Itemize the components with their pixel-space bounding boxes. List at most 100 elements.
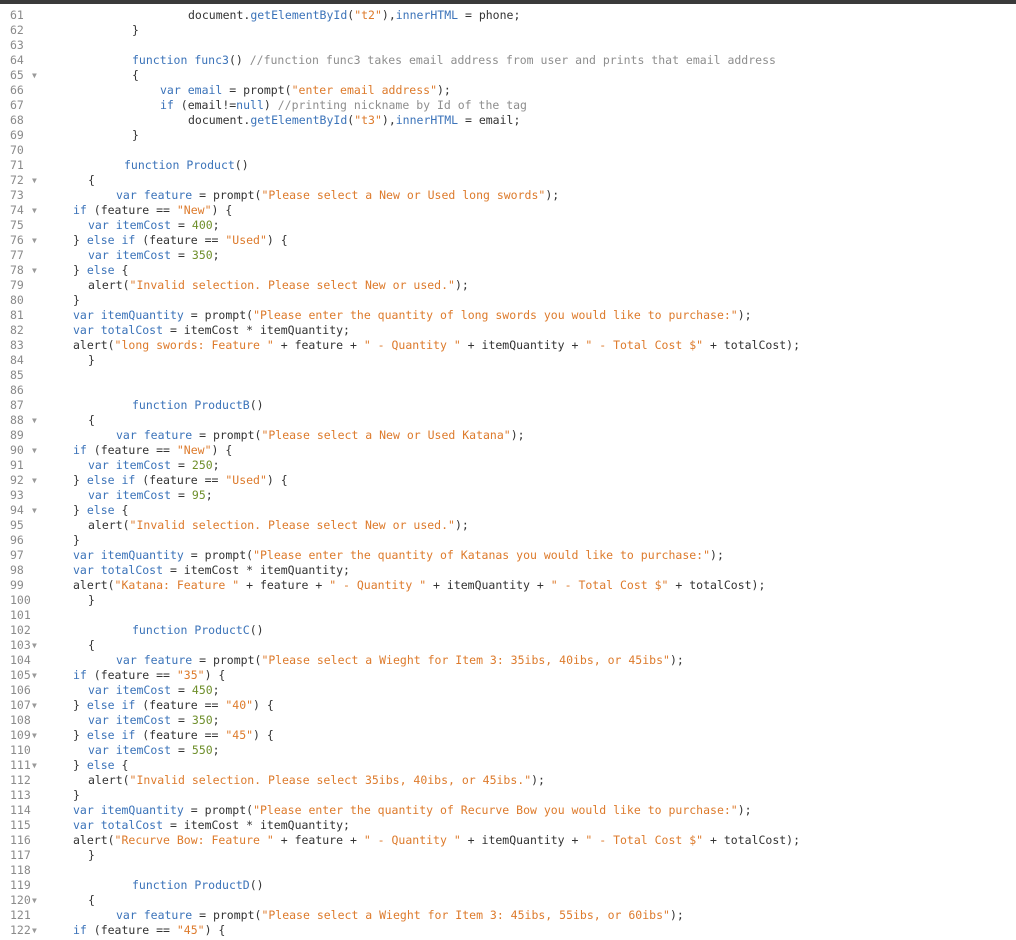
code-line[interactable]: 90 ▼ if (feature == "New") { [0, 443, 1016, 458]
text-token: ); [669, 908, 684, 922]
text-token: (feature == [135, 233, 226, 247]
fold-arrow-icon[interactable]: ▼ [32, 728, 37, 743]
code-line[interactable]: 95 alert("Invalid selection. Please selec… [0, 518, 1016, 533]
code-line[interactable]: 86 [0, 383, 1016, 398]
code-line[interactable]: 119 function ProductD() [0, 878, 1016, 893]
fold-arrow-icon[interactable]: ▼ [32, 668, 37, 683]
code-line[interactable]: 104 var feature = prompt("Please select a… [0, 653, 1016, 668]
code-line[interactable]: 116 alert("Recurve Bow: Feature " + featu… [0, 833, 1016, 848]
fold-arrow-icon[interactable]: ▼ [32, 263, 37, 278]
code-line[interactable]: 85 [0, 368, 1016, 383]
code-line[interactable]: 111 ▼} else { [0, 758, 1016, 773]
text-token: + totalCost); [703, 833, 801, 847]
code-line[interactable]: 103 ▼ { [0, 638, 1016, 653]
code-line[interactable]: 107 ▼} else if (feature == "40") { [0, 698, 1016, 713]
fold-arrow-icon[interactable]: ▼ [32, 413, 37, 428]
code-line[interactable]: 76 ▼} else if (feature == "Used") { [0, 233, 1016, 248]
code-line[interactable]: 68 document.getElementById("t3"),innerHTM… [0, 113, 1016, 128]
code-line[interactable]: 102 function ProductC() [0, 623, 1016, 638]
code-line[interactable]: 97 var itemQuantity = prompt("Please ente… [0, 548, 1016, 563]
text-token: { [114, 263, 129, 277]
text-token: ; [212, 713, 220, 727]
code-line[interactable]: 66 var email = prompt("enter email addres… [0, 83, 1016, 98]
code-line[interactable]: 72 ▼ { [0, 173, 1016, 188]
identifier-token: innerHTML [395, 113, 459, 127]
code-line[interactable]: 113} [0, 788, 1016, 803]
code-line[interactable]: 112 alert("Invalid selection. Please sele… [0, 773, 1016, 788]
code-line[interactable]: 74 ▼ if (feature == "New") { [0, 203, 1016, 218]
fold-arrow-icon[interactable]: ▼ [32, 503, 37, 518]
code-line[interactable]: 108 var itemCost = 350; [0, 713, 1016, 728]
code-line[interactable]: 70 [0, 143, 1016, 158]
code-line[interactable]: 71 function Product() [0, 158, 1016, 173]
code-line[interactable]: 117} [0, 848, 1016, 863]
code-line[interactable]: 110 var itemCost = 550; [0, 743, 1016, 758]
text-token: ); [531, 773, 545, 787]
fold-arrow-icon[interactable]: ▼ [32, 203, 37, 218]
fold-arrow-icon[interactable]: ▼ [32, 923, 37, 938]
code-line[interactable]: 69} [0, 128, 1016, 143]
code-line[interactable]: 88 ▼ { [0, 413, 1016, 428]
code-line[interactable]: 91 var itemCost = 250; [0, 458, 1016, 473]
fold-arrow-icon[interactable]: ▼ [32, 698, 37, 713]
code-line[interactable]: 115 var totalCost = itemCost * itemQuanti… [0, 818, 1016, 833]
code-line[interactable]: 92 ▼} else if (feature == "Used") { [0, 473, 1016, 488]
code-line[interactable]: 84} [0, 353, 1016, 368]
code-editor[interactable]: 61 document.getElementById("t2"),innerHTM… [0, 4, 1016, 940]
code-line[interactable]: 65 ▼ { [0, 68, 1016, 83]
code-line[interactable]: 120 ▼ { [0, 893, 1016, 908]
line-number: 63 [10, 38, 24, 52]
code-line[interactable]: 99 alert("Katana: Feature " + feature + "… [0, 578, 1016, 593]
code-line[interactable]: 75 var itemCost = 400; [0, 218, 1016, 233]
fold-arrow-icon[interactable]: ▼ [32, 638, 37, 653]
fold-arrow-icon[interactable]: ▼ [32, 443, 37, 458]
code-line[interactable]: 79 alert("Invalid selection. Please selec… [0, 278, 1016, 293]
code-line[interactable]: 122 ▼ if (feature == "45") { [0, 923, 1016, 938]
string-token: "enter email address" [291, 83, 437, 97]
code-line[interactable]: 67 if (email!=null) //printing nickname b… [0, 98, 1016, 113]
code-line[interactable]: 93 var itemCost = 95; [0, 488, 1016, 503]
fold-arrow-icon[interactable]: ▼ [32, 173, 37, 188]
fold-arrow-icon[interactable]: ▼ [32, 758, 37, 773]
code-line[interactable]: 106 var itemCost = 450; [0, 683, 1016, 698]
fold-arrow-icon[interactable]: ▼ [32, 893, 37, 908]
code-line[interactable]: 77 var itemCost = 350; [0, 248, 1016, 263]
identifier-token: ProductC [194, 623, 250, 637]
line-number: 121 [10, 908, 31, 922]
code-line[interactable]: 64 function func3() //function func3 take… [0, 53, 1016, 68]
code-line[interactable]: 73 var feature = prompt("Please select a … [0, 188, 1016, 203]
code-line[interactable]: 83 alert("long swords: Feature " + featur… [0, 338, 1016, 353]
code-line[interactable]: 78 ▼} else { [0, 263, 1016, 278]
text-token: () [228, 53, 250, 67]
code-line[interactable]: 80} [0, 293, 1016, 308]
fold-arrow-icon[interactable]: ▼ [32, 473, 37, 488]
code-text: alert("Invalid selection. Please select … [88, 518, 469, 533]
code-line[interactable]: 118 [0, 863, 1016, 878]
code-line[interactable]: 62} [0, 23, 1016, 38]
code-line[interactable]: 100} [0, 593, 1016, 608]
keyword-token: if [73, 923, 87, 937]
line-number: 73 [10, 188, 24, 202]
code-line[interactable]: 121 var feature = prompt("Please select a… [0, 908, 1016, 923]
code-line[interactable]: 82 var totalCost = itemCost * itemQuantit… [0, 323, 1016, 338]
code-line[interactable]: 89 var feature = prompt("Please select a … [0, 428, 1016, 443]
code-line[interactable]: 94 ▼} else { [0, 503, 1016, 518]
number-token: 550 [191, 743, 213, 757]
code-line[interactable]: 63 [0, 38, 1016, 53]
code-line[interactable]: 81 var itemQuantity = prompt("Please ente… [0, 308, 1016, 323]
keyword-token: var [160, 83, 181, 97]
fold-arrow-icon[interactable]: ▼ [32, 68, 37, 83]
code-line[interactable]: 98 var totalCost = itemCost * itemQuantit… [0, 563, 1016, 578]
line-number: 112 [10, 773, 31, 787]
code-line[interactable]: 101 [0, 608, 1016, 623]
code-text: var itemCost = 400; [88, 218, 220, 233]
fold-arrow-icon[interactable]: ▼ [32, 233, 37, 248]
code-line[interactable]: 87 function ProductB() [0, 398, 1016, 413]
code-line[interactable]: 105 ▼ if (feature == "35") { [0, 668, 1016, 683]
code-line[interactable]: 114 var itemQuantity = prompt("Please ent… [0, 803, 1016, 818]
line-number: 110 [10, 743, 31, 757]
code-line[interactable]: 61 document.getElementById("t2"),innerHTM… [0, 8, 1016, 23]
code-line[interactable]: 96} [0, 533, 1016, 548]
code-line[interactable]: 109 ▼} else if (feature == "45") { [0, 728, 1016, 743]
